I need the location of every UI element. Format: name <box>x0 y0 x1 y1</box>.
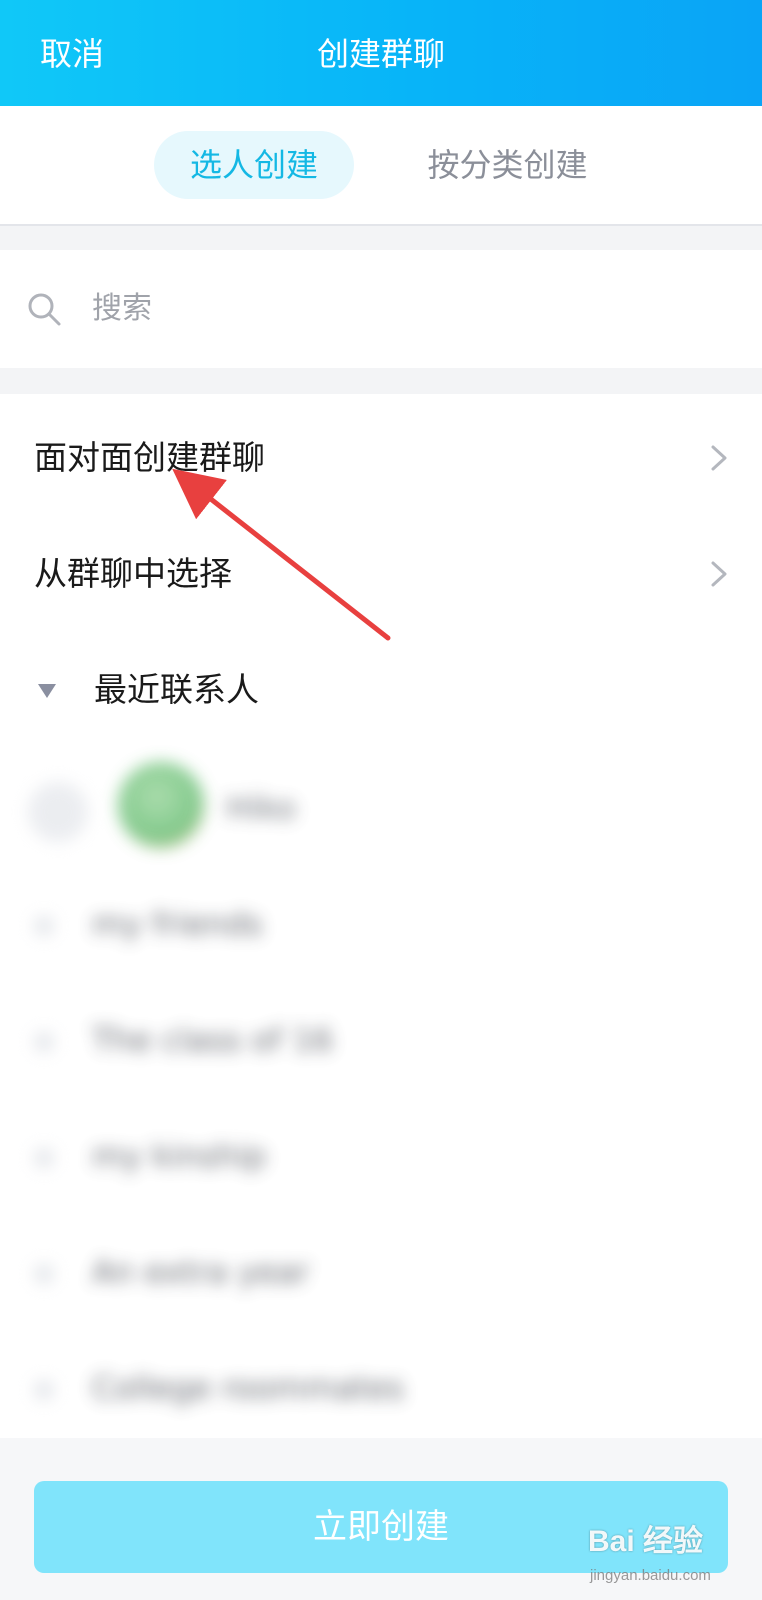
chevron-right-icon <box>711 561 727 587</box>
group-name: The class of 16 <box>92 1021 334 1059</box>
face-to-face-create-item[interactable]: 面对面创建群聊 <box>0 400 762 516</box>
triangle-down-icon <box>38 684 56 698</box>
group-name: College roommates <box>92 1369 405 1407</box>
recent-contacts-toggle[interactable]: 最近联系人 <box>0 632 762 748</box>
contacts-list: Hiko my friends The class of 16 my kinsh… <box>0 748 762 1438</box>
chevron-right-icon <box>711 445 727 471</box>
tab-select-people[interactable]: 选人创建 <box>154 131 354 199</box>
section-divider <box>0 368 762 394</box>
search-placeholder: 搜索 <box>92 291 152 326</box>
watermark-logo: Bai 经验 <box>588 1525 704 1558</box>
watermark-url: jingyan.baidu.com <box>590 1567 711 1584</box>
group-name: my friends <box>92 905 263 943</box>
group-name: my kinship <box>92 1137 267 1175</box>
expand-dot-icon <box>34 1380 54 1400</box>
expand-dot-icon <box>34 1264 54 1284</box>
baidu-watermark: Bai 经验 jingyan.baidu.com <box>588 1518 758 1594</box>
section-divider <box>0 226 762 250</box>
group-row[interactable]: my friends <box>0 864 762 980</box>
select-from-groups-item[interactable]: 从群聊中选择 <box>0 516 762 632</box>
group-row[interactable]: College roommates <box>0 1328 762 1444</box>
expand-dot-icon <box>34 1148 54 1168</box>
group-name: An extra year <box>92 1253 310 1291</box>
expand-dot-icon <box>34 1032 54 1052</box>
avatar <box>118 762 204 848</box>
page-title: 创建群聊 <box>316 35 445 73</box>
search-icon <box>28 293 61 326</box>
recent-contacts-label: 最近联系人 <box>94 670 259 709</box>
group-row[interactable]: my kinship <box>0 1096 762 1212</box>
app-header: 取消 创建群聊 <box>0 0 762 106</box>
contact-row[interactable]: Hiko <box>0 748 762 864</box>
select-checkbox[interactable] <box>28 782 88 842</box>
contact-name: Hiko <box>226 789 296 827</box>
menu-item-label: 面对面创建群聊 <box>34 438 265 477</box>
group-row[interactable]: The class of 16 <box>0 980 762 1096</box>
tab-by-category[interactable]: 按分类创建 <box>395 131 620 199</box>
group-row[interactable]: An extra year <box>0 1212 762 1328</box>
menu-item-label: 从群聊中选择 <box>34 554 232 593</box>
expand-dot-icon <box>34 916 54 936</box>
create-mode-tabs: 选人创建 按分类创建 <box>0 106 762 226</box>
